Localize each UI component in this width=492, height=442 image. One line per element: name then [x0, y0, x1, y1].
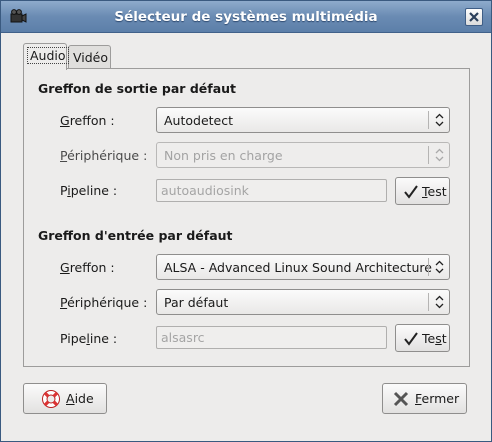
- tab-audio-label: Audio: [27, 47, 69, 64]
- tab-audio[interactable]: Audio: [23, 43, 69, 70]
- input-pipeline-label: Pipeline :: [60, 331, 118, 346]
- output-plugin-label: Greffon :: [60, 113, 115, 128]
- input-plugin-value: ALSA - Advanced Linux Sound Architecture: [164, 260, 432, 275]
- output-section-title: Greffon de sortie par défaut: [38, 81, 236, 96]
- tab-video-label: Vidéo: [73, 50, 109, 65]
- help-button[interactable]: Aide: [23, 383, 107, 414]
- input-test-button[interactable]: Test: [395, 324, 450, 352]
- updown-arrows-icon: [435, 148, 444, 162]
- help-label: Aide: [66, 391, 94, 406]
- close-button[interactable]: Fermer: [382, 383, 467, 414]
- output-plugin-combo[interactable]: Autodetect: [156, 107, 450, 133]
- window-close-button[interactable]: [465, 8, 483, 26]
- check-icon: [404, 332, 418, 346]
- input-device-label: Périphérique :: [60, 295, 148, 310]
- output-plugin-value: Autodetect: [164, 113, 234, 128]
- output-device-value: Non pris en charge: [164, 148, 283, 163]
- output-test-label: Test: [422, 184, 447, 199]
- updown-arrows-icon: [435, 260, 444, 274]
- output-pipeline-field[interactable]: autoaudiosink: [156, 179, 387, 202]
- input-section-title: Greffon d'entrée par défaut: [38, 228, 233, 243]
- close-label: Fermer: [415, 391, 460, 406]
- close-x-icon: [393, 391, 409, 407]
- audio-panel: Greffon de sortie par défaut Greffon : A…: [23, 68, 470, 367]
- dialog-window: Sélecteur de systèmes multimédia Audio V…: [0, 0, 492, 442]
- output-pipeline-label: Pipeline :: [60, 183, 118, 198]
- input-device-combo[interactable]: Par défaut: [156, 289, 450, 315]
- input-device-value: Par défaut: [164, 295, 229, 310]
- output-device-combo[interactable]: Non pris en charge: [156, 142, 450, 168]
- input-plugin-label: Greffon :: [60, 260, 115, 275]
- titlebar[interactable]: Sélecteur de systèmes multimédia: [1, 1, 491, 33]
- output-device-label: Périphérique :: [60, 148, 148, 163]
- input-plugin-combo[interactable]: ALSA - Advanced Linux Sound Architecture: [156, 254, 450, 280]
- output-test-button[interactable]: Test: [395, 177, 450, 205]
- updown-arrows-icon: [435, 113, 444, 127]
- tab-video[interactable]: Vidéo: [68, 45, 111, 69]
- close-icon: [469, 12, 479, 22]
- check-icon: [404, 185, 418, 199]
- input-pipeline-field[interactable]: alsasrc: [156, 326, 387, 349]
- window-title: Sélecteur de systèmes multimédia: [114, 9, 378, 25]
- lifebuoy-icon: [42, 390, 60, 408]
- updown-arrows-icon: [435, 295, 444, 309]
- input-test-label: Test: [422, 331, 447, 346]
